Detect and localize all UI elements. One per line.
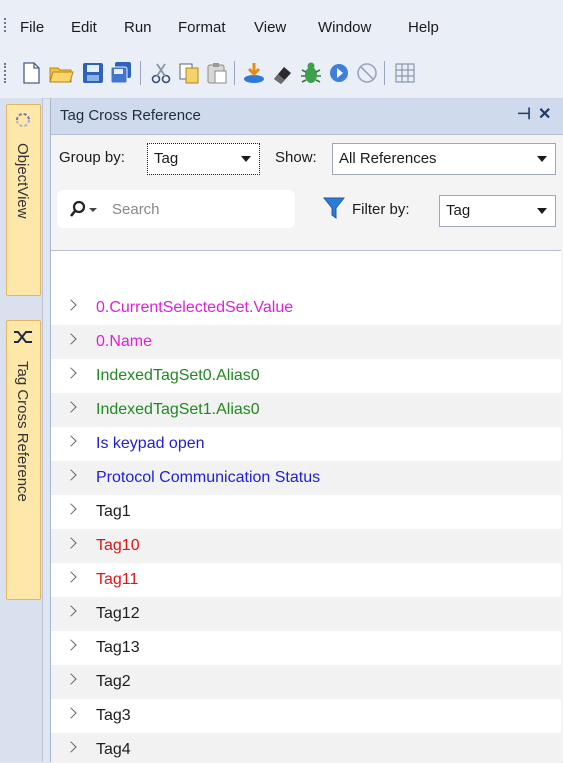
tab-tag-cross-reference-label: Tag Cross Reference <box>14 361 31 502</box>
grid-icon[interactable] <box>392 60 418 86</box>
search-placeholder: Search <box>112 201 160 218</box>
tree-row[interactable]: Is keypad open <box>51 427 561 461</box>
chevron-right-icon[interactable] <box>65 741 77 753</box>
tree-row[interactable]: IndexedTagSet0.Alias0 <box>51 359 561 393</box>
tree-row-label: Protocol Communication Status <box>96 469 321 486</box>
toolbar-grip[interactable] <box>4 63 9 83</box>
filter-by-value: Tag <box>446 202 471 219</box>
chevron-right-icon[interactable] <box>65 537 77 549</box>
pin-icon[interactable]: ⊣ <box>517 104 531 124</box>
filter-by-select[interactable]: Tag <box>439 195 556 227</box>
chevron-right-icon[interactable] <box>65 401 77 413</box>
chevron-right-icon[interactable] <box>65 333 77 345</box>
chevron-down-icon <box>537 208 547 214</box>
show-label: Show: <box>275 149 317 166</box>
panel-title: Tag Cross Reference <box>60 107 201 124</box>
eraser-icon[interactable] <box>270 60 296 86</box>
search-icon <box>69 200 97 217</box>
filter-by-label: Filter by: <box>352 201 410 218</box>
toolbar-separator <box>140 61 141 85</box>
show-value: All References <box>339 150 437 167</box>
tree-row-label: 0.CurrentSelectedSet.Value <box>96 299 294 316</box>
menu-format[interactable]: Format <box>178 19 226 36</box>
group-by-label: Group by: <box>59 149 125 166</box>
tree-row[interactable]: Tag1 <box>51 495 561 529</box>
tab-objectview[interactable]: ObjectView <box>6 104 41 296</box>
side-tab-strip: ObjectView Tag Cross Reference <box>0 98 43 762</box>
chevron-down-icon <box>241 156 251 162</box>
tree-row[interactable]: IndexedTagSet1.Alias0 <box>51 393 561 427</box>
tag-cross-reference-panel: Tag Cross Reference ⊣ ✕ Group by: Tag Sh… <box>50 98 563 763</box>
tree-row-label: IndexedTagSet0.Alias0 <box>96 367 260 384</box>
tab-tag-cross-reference[interactable]: Tag Cross Reference <box>6 320 41 600</box>
tree-row-label: Tag10 <box>96 537 140 554</box>
tree-row-label: Tag12 <box>96 605 140 622</box>
toolbar-separator <box>234 61 235 85</box>
save-all-icon[interactable] <box>108 60 134 86</box>
tree-row[interactable]: Tag4 <box>51 733 561 763</box>
shuffle-icon <box>14 331 32 343</box>
chevron-right-icon[interactable] <box>65 469 77 481</box>
copy-icon[interactable] <box>176 60 202 86</box>
tab-objectview-label: ObjectView <box>14 143 31 219</box>
tree-row[interactable]: Tag13 <box>51 631 561 665</box>
panel-title-bar: Tag Cross Reference ⊣ ✕ <box>51 98 563 135</box>
chevron-down-icon <box>537 156 547 162</box>
save-icon[interactable] <box>80 60 106 86</box>
filter-icon[interactable] <box>323 196 345 220</box>
toolbar-separator <box>384 61 385 85</box>
chevron-right-icon[interactable] <box>65 435 77 447</box>
tree-row-label: Tag1 <box>96 503 131 520</box>
objectview-icon <box>16 113 30 127</box>
toolbar <box>0 48 563 99</box>
menu-grip[interactable] <box>4 18 9 32</box>
chevron-right-icon[interactable] <box>65 605 77 617</box>
menu-file[interactable]: File <box>20 19 44 36</box>
tree-row[interactable]: Tag2 <box>51 665 561 699</box>
new-file-icon[interactable] <box>18 60 44 86</box>
bug-icon[interactable] <box>298 60 324 86</box>
tree-row-label: 0.Name <box>96 333 153 350</box>
menu-window[interactable]: Window <box>318 19 371 36</box>
chevron-right-icon[interactable] <box>65 571 77 583</box>
tree-row-label: Tag4 <box>96 741 131 758</box>
stop-icon[interactable] <box>354 60 380 86</box>
chevron-right-icon[interactable] <box>65 639 77 651</box>
chevron-right-icon[interactable] <box>65 299 77 311</box>
cut-icon[interactable] <box>148 60 174 86</box>
tree-row[interactable]: Tag10 <box>51 529 561 563</box>
menu-view[interactable]: View <box>254 19 286 36</box>
search-input[interactable]: Search <box>57 190 295 228</box>
tree-row[interactable]: 0.CurrentSelectedSet.Value <box>51 291 561 325</box>
menu-bar: File Edit Run Format View Window Help <box>0 0 563 48</box>
tree-row-label: Tag2 <box>96 673 131 690</box>
group-by-select[interactable]: Tag <box>147 143 260 175</box>
tree-row-label: Tag13 <box>96 639 140 656</box>
chevron-right-icon[interactable] <box>65 367 77 379</box>
tree-row-label: Tag3 <box>96 707 131 724</box>
download-icon[interactable] <box>241 60 267 86</box>
run-icon[interactable] <box>326 60 352 86</box>
tree-row-label: Is keypad open <box>96 435 205 452</box>
menu-run[interactable]: Run <box>124 19 152 36</box>
chevron-right-icon[interactable] <box>65 503 77 515</box>
tag-tree: 0.CurrentSelectedSet.Value 0.Name Indexe… <box>51 250 561 763</box>
open-folder-icon[interactable] <box>48 60 74 86</box>
tree-row[interactable]: Tag12 <box>51 597 561 631</box>
close-icon[interactable]: ✕ <box>538 104 551 124</box>
group-by-value: Tag <box>154 150 179 167</box>
menu-help[interactable]: Help <box>408 19 439 36</box>
menu-edit[interactable]: Edit <box>71 19 97 36</box>
tree-row[interactable]: Protocol Communication Status <box>51 461 561 495</box>
paste-icon[interactable] <box>204 60 230 86</box>
tree-row[interactable]: Tag3 <box>51 699 561 733</box>
tree-row-label: Tag11 <box>96 571 139 588</box>
tree-row[interactable]: Tag11 <box>51 563 561 597</box>
show-select[interactable]: All References <box>332 143 556 175</box>
tree-row[interactable]: 0.Name <box>51 325 561 359</box>
chevron-right-icon[interactable] <box>65 707 77 719</box>
chevron-right-icon[interactable] <box>65 673 77 685</box>
tree-row-label: IndexedTagSet1.Alias0 <box>96 401 260 418</box>
